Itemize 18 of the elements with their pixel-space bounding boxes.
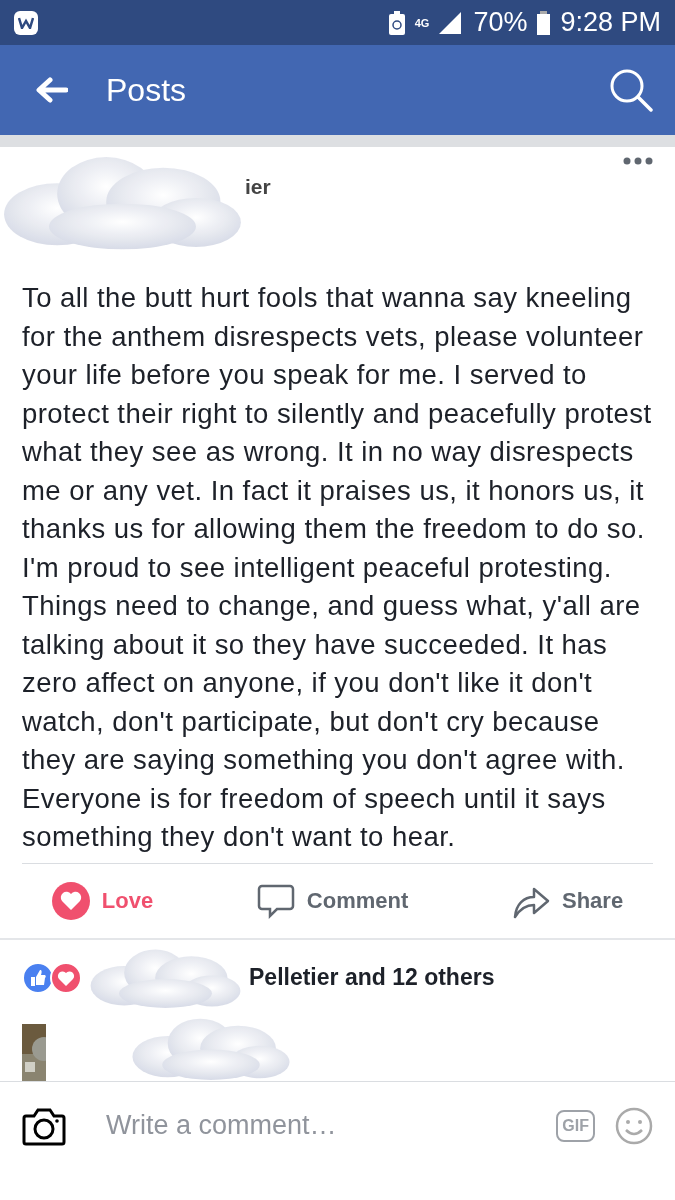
- app-icon: [14, 10, 38, 35]
- clock: 9:28 PM: [560, 7, 661, 38]
- network-label: 4G: [414, 16, 430, 29]
- author-name[interactable]: ier: [245, 175, 623, 199]
- page-title: Posts: [106, 71, 188, 109]
- share-button[interactable]: Share: [506, 880, 630, 921]
- search-icon[interactable]: [609, 68, 653, 112]
- signal-icon: [439, 11, 464, 34]
- battery-icon: [537, 10, 551, 35]
- reaction-icons: [22, 961, 82, 994]
- post-text: To all the butt hurt fools that wanna say kneeling for the anthem disrespects vets, please volunteer your life before you speak for me. I served to protect their right to silently and peacefully protest what they see as wrong. It in no way disrespects me or any vet. In fact it praises us, it honors us, it thanks us for allowing them the freedom to do so. I'm proud to see intelligent peaceful protesting. Things need to change, and guess what, y'all are talking about it so they have succeeded. It has zero affect on anyone, if you don't like it don't watch, don't participate, but don't cry because they are saying something you don't agree with. Everyone is for freedom of speech until it says something they don't want to hear.: [21, 281, 653, 854]
- reaction-summary[interactable]: Pelletier and 12 others: [249, 964, 495, 991]
- comment-button[interactable]: Comment: [250, 880, 415, 921]
- battery-saver-icon: [388, 10, 405, 35]
- love-button[interactable]: Love: [45, 880, 160, 921]
- more-icon[interactable]: [623, 157, 653, 165]
- battery-percent: 70%: [473, 7, 528, 38]
- back-arrow-icon[interactable]: [36, 77, 68, 103]
